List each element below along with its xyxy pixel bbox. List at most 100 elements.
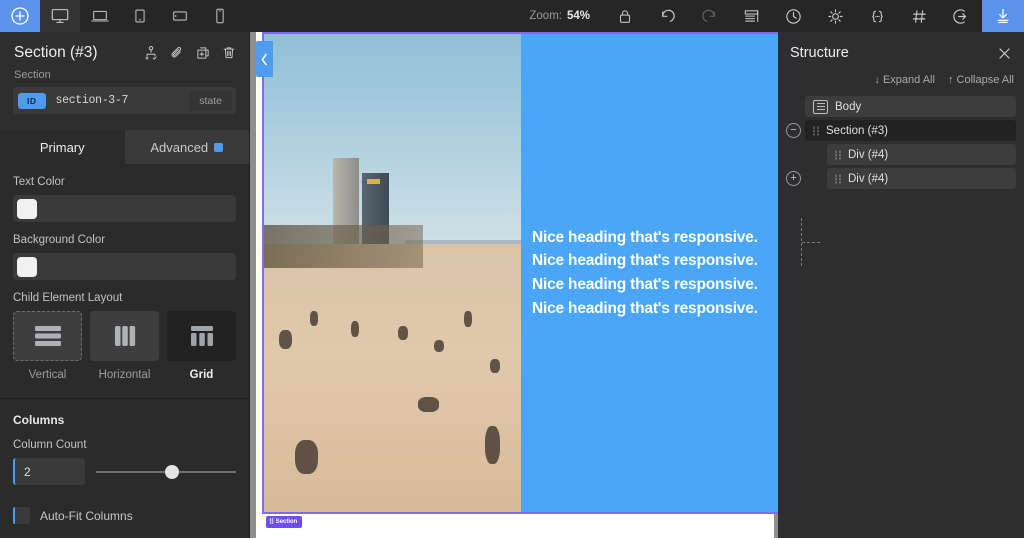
column-count-row: 2: [0, 458, 249, 485]
delete-icon[interactable]: [221, 45, 237, 61]
div-image-column[interactable]: [264, 34, 521, 512]
auto-fit-columns-label: Auto-Fit Columns: [40, 508, 133, 523]
heading-text[interactable]: Nice heading that's responsive.: [532, 297, 778, 321]
expand-all-button[interactable]: ↓ Expand All: [874, 74, 935, 86]
tree-row: + Div (#4): [786, 168, 1016, 189]
photo-palms: [264, 225, 424, 269]
structure-title: Structure: [790, 45, 849, 61]
gear-icon: [827, 8, 843, 24]
tree-node-label: Body: [835, 100, 862, 113]
background-color-field: Background Color: [0, 222, 249, 280]
canvas-collapse-handle[interactable]: [256, 41, 273, 77]
drag-handle-icon[interactable]: [835, 173, 841, 184]
photo-person: [490, 359, 501, 374]
heading-text[interactable]: Nice heading that's responsive.: [532, 249, 778, 273]
zoom-value: 54%: [566, 10, 590, 22]
badge-grip-icon: ⠿: [269, 519, 274, 526]
device-tablet-portrait[interactable]: [120, 0, 160, 32]
zoom-indicator: Zoom: 54%: [529, 0, 604, 32]
code-button[interactable]: [856, 0, 898, 32]
lock-button[interactable]: [604, 0, 646, 32]
collapse-all-button[interactable]: ↑ Collapse All: [948, 74, 1014, 86]
tab-primary[interactable]: Primary: [0, 130, 125, 164]
close-glyph: [999, 47, 1010, 59]
plus-circle-icon: [11, 7, 29, 25]
laptop-icon: [91, 10, 109, 22]
state-button[interactable]: state: [189, 90, 232, 111]
structure-header: Structure: [778, 32, 1024, 61]
element-id-input[interactable]: section-3-7: [46, 94, 190, 107]
history-button[interactable]: [772, 0, 814, 32]
braces-icon: [871, 10, 883, 22]
tree-expand-toggle[interactable]: +: [786, 171, 801, 186]
text-color-picker[interactable]: [13, 195, 236, 222]
element-id-row: ID section-3-7 state: [13, 87, 236, 114]
tab-advanced[interactable]: Advanced: [124, 130, 249, 164]
duplicate-glyph: [197, 47, 209, 59]
section-preview[interactable]: Nice heading that's responsive. Nice hea…: [264, 34, 778, 512]
div-text-column[interactable]: Nice heading that's responsive. Nice hea…: [521, 34, 778, 512]
device-tablet-landscape[interactable]: [160, 0, 200, 32]
drag-handle-icon[interactable]: [835, 149, 841, 160]
text-color-swatch: [17, 198, 37, 219]
undo-button[interactable]: [646, 0, 688, 32]
section-label-badge[interactable]: ⠿ Section: [266, 516, 303, 528]
photo-person: [294, 440, 318, 474]
device-mobile[interactable]: [200, 0, 240, 32]
redo-button[interactable]: [688, 0, 730, 32]
column-count-slider[interactable]: [96, 464, 236, 479]
structure-tree: Body − Section (#3) Div (#4) + Div (#4): [778, 96, 1024, 266]
device-laptop[interactable]: [80, 0, 120, 32]
chevron-left-icon: [261, 53, 267, 65]
tab-primary-label: Primary: [39, 139, 85, 155]
login-button[interactable]: [940, 0, 982, 32]
background-color-swatch: [17, 256, 37, 277]
slider-knob[interactable]: [164, 464, 179, 479]
tree-node-div-4-b[interactable]: Div (#4): [827, 168, 1016, 189]
link-icon[interactable]: [169, 45, 185, 61]
column-count-label: Column Count: [13, 439, 87, 451]
heading-text[interactable]: Nice heading that's responsive.: [532, 273, 778, 297]
photo-sky: [264, 34, 521, 245]
auto-fit-columns-checkbox[interactable]: [13, 507, 30, 524]
layout-option-grid[interactable]: Grid: [167, 311, 236, 381]
background-color-picker[interactable]: [13, 253, 236, 280]
canvas-area[interactable]: Nice heading that's responsive. Nice hea…: [250, 32, 778, 538]
inspector-panel: Section (#3) Section ID section-3-7 stat…: [0, 32, 250, 538]
heading-text[interactable]: Nice heading that's responsive.: [532, 226, 778, 250]
drag-handle-icon[interactable]: [813, 125, 819, 136]
layers-button[interactable]: [730, 0, 772, 32]
vertical-glyph: [34, 326, 61, 346]
select-parent-icon[interactable]: [143, 45, 159, 61]
inspector-subtitle: Section: [14, 69, 51, 81]
select-parent-glyph: [145, 46, 157, 60]
photo-person: [279, 330, 293, 350]
photo-person: [397, 325, 408, 340]
clock-icon: [785, 8, 801, 24]
settings-button[interactable]: [814, 0, 856, 32]
tree-node-body[interactable]: Body: [805, 96, 1016, 117]
tree-collapse-toggle[interactable]: −: [786, 123, 801, 138]
redo-icon: [701, 9, 715, 22]
add-element-button[interactable]: [0, 0, 40, 32]
photo-person: [464, 311, 473, 327]
child-layout-label: Child Element Layout: [13, 292, 123, 304]
tree-node-section-3[interactable]: Section (#3): [805, 120, 1016, 141]
close-icon[interactable]: [997, 46, 1012, 61]
tree-node-label: Section (#3): [826, 124, 889, 137]
grid-button[interactable]: [898, 0, 940, 32]
duplicate-icon[interactable]: [195, 45, 211, 61]
grid-layout-icon: [167, 311, 236, 361]
column-count-input[interactable]: 2: [13, 458, 85, 485]
layout-option-vertical[interactable]: Vertical: [13, 311, 82, 381]
tablet-landscape-icon: [173, 11, 187, 21]
structure-panel: Structure ↓ Expand All ↑ Collapse All Bo…: [778, 32, 1024, 538]
grid-glyph: [190, 326, 213, 346]
device-desktop[interactable]: [40, 0, 80, 32]
tree-node-div-4-a[interactable]: Div (#4): [827, 144, 1016, 165]
layout-option-horizontal[interactable]: Horizontal: [90, 311, 159, 381]
device-switcher: [40, 0, 240, 32]
export-button[interactable]: [982, 0, 1024, 32]
layers-icon: [744, 9, 758, 22]
